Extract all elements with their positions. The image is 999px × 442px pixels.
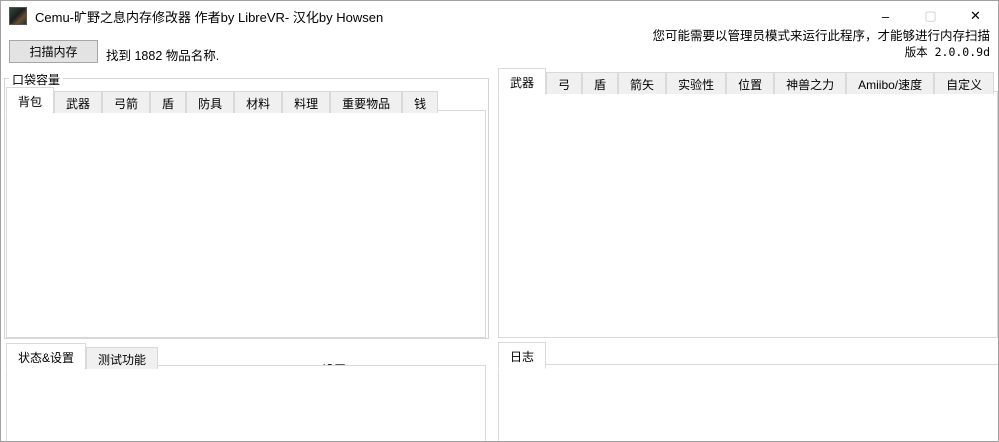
status-tabpage: [6, 365, 486, 441]
weapons-tab[interactable]: 盾: [582, 72, 619, 94]
pocket-tabstrip: 背包 武器 弓箭盾防具 材料 料理 重要物品钱: [6, 86, 439, 114]
pocket-tab[interactable]: 背包: [6, 87, 55, 114]
weapons-tabstrip: 武器弓盾箭矢 实验性 位置 神兽之力 Amiibo/速度 自定义: [498, 67, 995, 95]
status-tab[interactable]: 状态&设置: [6, 343, 87, 370]
weapons-tab[interactable]: 自定义: [934, 72, 995, 94]
status-tabstrip: 状态&设置 测试功能: [6, 342, 159, 370]
pocket-tab[interactable]: 钱: [402, 91, 439, 113]
weapons-tab[interactable]: 实验性: [666, 72, 727, 94]
weapons-tab[interactable]: 箭矢: [618, 72, 667, 94]
window-title: Cemu-旷野之息内存修改器 作者by LibreVR- 汉化by Howsen: [35, 9, 384, 25]
pocket-tabpage: [6, 110, 486, 338]
pocket-tab[interactable]: 料理: [282, 91, 331, 113]
app-window: Cemu-旷野之息内存修改器 作者by LibreVR- 汉化by Howsen…: [0, 0, 999, 442]
log-tabstrip: 日志: [498, 341, 547, 369]
log-tab[interactable]: 日志: [498, 342, 547, 369]
weapons-tab[interactable]: 位置: [726, 72, 775, 94]
admin-notice-text: 您可能需要以管理员模式来运行此程序，才能够进行内存扫描: [652, 29, 990, 43]
title-bar[interactable]: Cemu-旷野之息内存修改器 作者by LibreVR- 汉化by Howsen…: [1, 1, 998, 31]
weapons-tab[interactable]: 武器: [498, 68, 547, 95]
pocket-tab[interactable]: 弓箭: [102, 91, 151, 113]
weapons-tab[interactable]: Amiibo/速度: [846, 72, 935, 94]
pocket-tab[interactable]: 武器: [54, 91, 103, 113]
admin-notice: 您可能需要以管理员模式来运行此程序，才能够进行内存扫描 版本 2.0.0.9d: [652, 28, 990, 60]
weapons-tab[interactable]: 神兽之力: [774, 72, 847, 94]
found-items-text: 找到 1882 物品名称.: [106, 49, 220, 63]
maximize-button: ▢: [924, 8, 937, 23]
weapons-tab[interactable]: 弓: [546, 72, 583, 94]
pocket-tab[interactable]: 重要物品: [330, 91, 403, 113]
app-icon: [9, 7, 27, 25]
status-tab[interactable]: 测试功能: [86, 347, 159, 369]
log-tabpage: [498, 364, 998, 441]
minimize-button[interactable]: –: [863, 1, 908, 31]
scan-memory-button[interactable]: 扫描内存: [9, 40, 98, 63]
pocket-tab[interactable]: 材料: [234, 91, 283, 113]
weapons-tabpage: [498, 91, 998, 338]
pocket-tab[interactable]: 防具: [186, 91, 235, 113]
close-button[interactable]: ✕: [953, 1, 998, 31]
pocket-tab[interactable]: 盾: [150, 91, 187, 113]
version-text: 版本 2.0.0.9d: [904, 45, 990, 59]
